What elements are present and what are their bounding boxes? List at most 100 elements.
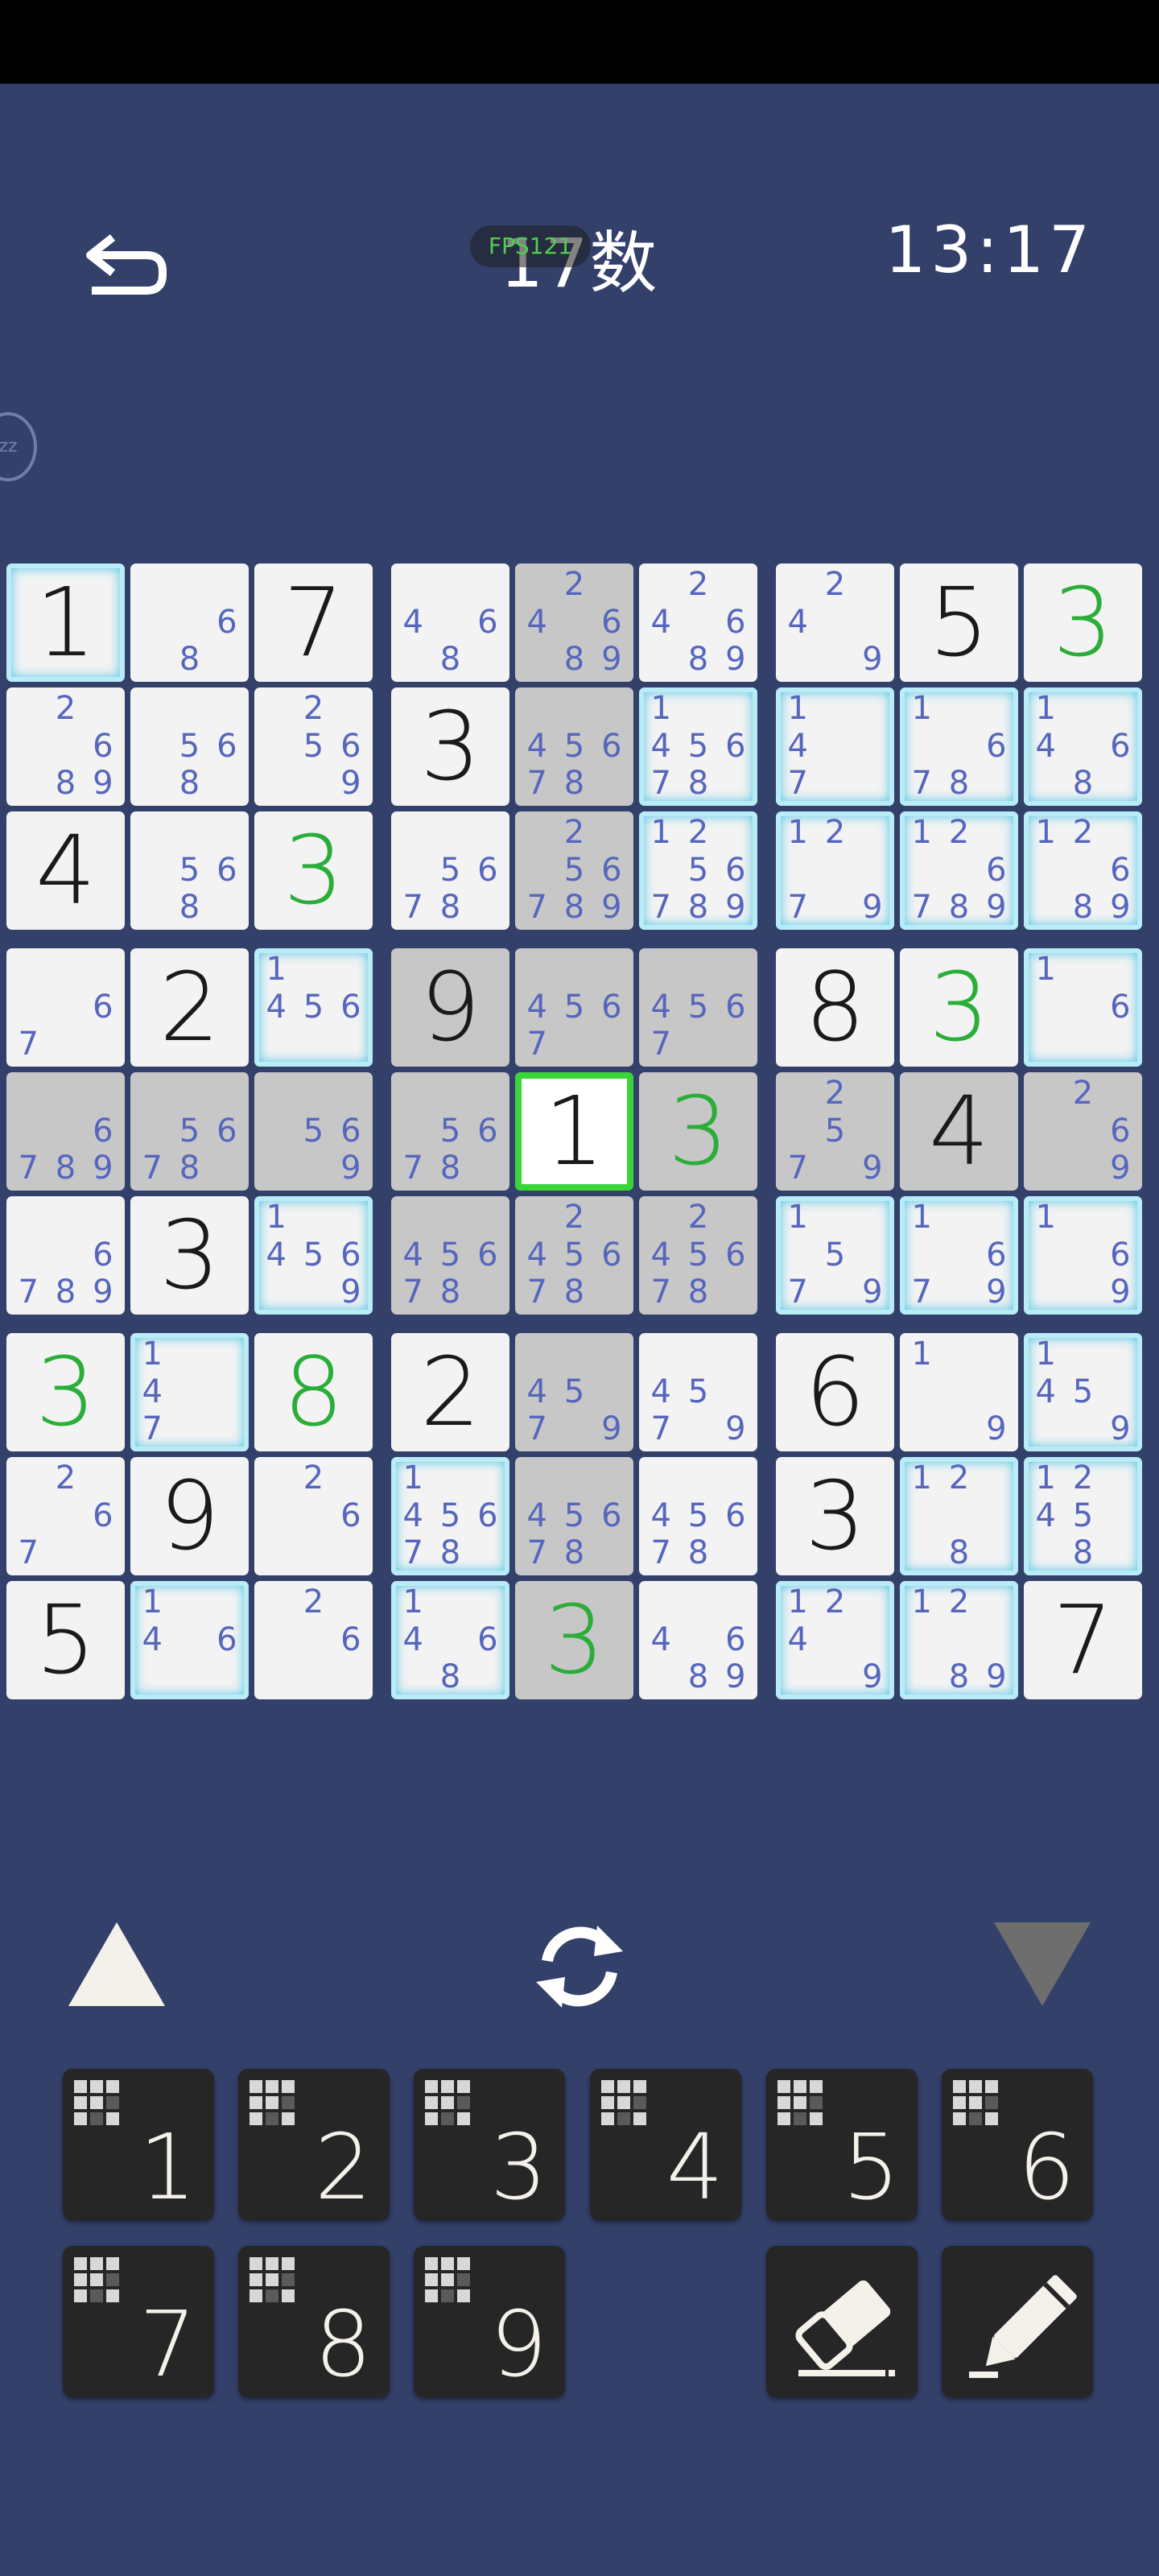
sudoku-cell[interactable]: 8 <box>254 1333 373 1451</box>
digit-key-4[interactable]: 4 <box>590 2069 741 2220</box>
digit-key-6[interactable]: 6 <box>942 2069 1093 2220</box>
sudoku-cell[interactable]: 256 789 <box>515 811 633 930</box>
sudoku-cell[interactable]: 3 <box>776 1457 894 1575</box>
sudoku-cell[interactable]: 1 <box>515 1072 633 1191</box>
sudoku-cell[interactable]: 1459 <box>1024 1333 1142 1451</box>
sudoku-cell[interactable]: 16 <box>1024 948 1142 1067</box>
sudoku-cell[interactable]: 6 789 <box>6 1072 125 1191</box>
sudoku-cell[interactable]: 9 <box>391 948 509 1067</box>
sudoku-cell[interactable]: 1456 <box>254 948 373 1067</box>
sudoku-cell[interactable]: 56 78 <box>391 1072 509 1191</box>
sudoku-cell[interactable]: 456 78 <box>391 1196 509 1315</box>
note-digit <box>295 951 332 989</box>
cell-notes: 456 78 <box>394 1199 506 1311</box>
sudoku-cell[interactable]: 568 <box>130 811 249 930</box>
sudoku-cell[interactable]: 1456 78 <box>391 1457 509 1575</box>
sudoku-cell[interactable]: 2 <box>391 1333 509 1451</box>
sudoku-cell[interactable]: 1579 <box>776 1196 894 1315</box>
sudoku-cell[interactable]: 5 <box>900 564 1018 682</box>
sudoku-cell[interactable]: 457 9 <box>515 1333 633 1451</box>
sudoku-cell[interactable]: 3 <box>391 687 509 806</box>
sudoku-cell[interactable]: 12 89 <box>900 1581 1018 1699</box>
sudoku-cell[interactable]: 12 8 <box>900 1457 1018 1575</box>
sudoku-cell[interactable]: 3 <box>1024 564 1142 682</box>
sudoku-cell[interactable]: 456 7 <box>639 948 757 1067</box>
sudoku-cell[interactable]: 56 78 <box>130 1072 249 1191</box>
sudoku-cell[interactable]: 5 <box>6 1581 125 1699</box>
sudoku-cell[interactable]: 67 <box>6 948 125 1067</box>
sudoku-cell[interactable]: 14 68 <box>1024 687 1142 806</box>
sudoku-cell[interactable]: 68 <box>130 564 249 682</box>
sudoku-cell[interactable]: 26 <box>254 1457 373 1575</box>
sudoku-cell[interactable]: 3 <box>639 1072 757 1191</box>
sudoku-cell[interactable]: 24 9 <box>776 564 894 682</box>
sudoku-cell[interactable]: 3 <box>254 811 373 930</box>
sudoku-cell[interactable]: 1679 <box>900 1196 1018 1315</box>
sudoku-cell[interactable]: 56 78 <box>391 811 509 930</box>
sudoku-cell[interactable]: 456 78 <box>515 1457 633 1575</box>
sudoku-cell[interactable]: 2456 78 <box>515 1196 633 1315</box>
sudoku-cell[interactable]: 457 9 <box>639 1333 757 1451</box>
digit-key-9[interactable]: 9 <box>414 2246 565 2397</box>
digit-key-7[interactable]: 7 <box>63 2246 214 2397</box>
sudoku-cell[interactable]: 7 <box>254 564 373 682</box>
sudoku-cell[interactable]: 14569 <box>254 1196 373 1315</box>
sudoku-cell[interactable]: 4 689 <box>639 1581 757 1699</box>
digit-key-1[interactable]: 1 <box>63 2069 214 2220</box>
sudoku-cell[interactable]: 569 <box>254 1072 373 1191</box>
sudoku-cell[interactable]: 456 78 <box>515 687 633 806</box>
digit-key-3[interactable]: 3 <box>414 2069 565 2220</box>
sudoku-cell[interactable]: 147 <box>130 1333 249 1451</box>
previous-button[interactable] <box>64 1916 169 2013</box>
refresh-button[interactable] <box>523 1914 636 2019</box>
sudoku-cell[interactable]: 1256 789 <box>639 811 757 930</box>
sudoku-cell[interactable]: 2456 78 <box>639 1196 757 1315</box>
sudoku-cell[interactable]: 14 6 <box>130 1581 249 1699</box>
digit-key-2[interactable]: 2 <box>238 2069 390 2220</box>
sudoku-cell[interactable]: 3 <box>130 1196 249 1315</box>
pencil-button[interactable] <box>942 2246 1093 2397</box>
sudoku-cell[interactable]: 3 <box>515 1581 633 1699</box>
sudoku-cell[interactable]: 6 789 <box>6 1196 125 1315</box>
sudoku-cell[interactable]: 257 9 <box>776 1072 894 1191</box>
sleep-badge[interactable]: zz <box>0 412 37 481</box>
sudoku-cell[interactable]: 568 <box>130 687 249 806</box>
note-digit: 5 <box>563 851 585 889</box>
sudoku-cell[interactable]: 12458 <box>1024 1457 1142 1575</box>
sudoku-cell[interactable]: 1 69 <box>1024 1196 1142 1315</box>
eraser-button[interactable] <box>766 2246 918 2397</box>
sudoku-cell[interactable]: 1456 78 <box>639 687 757 806</box>
sudoku-cell[interactable]: 4 <box>900 1072 1018 1191</box>
sudoku-cell[interactable]: 19 <box>900 1333 1018 1451</box>
sudoku-cell[interactable]: 14 68 <box>391 1581 509 1699</box>
sudoku-cell[interactable]: 7 <box>1024 1581 1142 1699</box>
sudoku-cell[interactable]: 9 <box>130 1457 249 1575</box>
sudoku-cell[interactable]: 147 <box>776 687 894 806</box>
next-button[interactable] <box>990 1916 1095 2013</box>
sudoku-cell[interactable]: 4 68 <box>391 564 509 682</box>
digit-key-5[interactable]: 5 <box>766 2069 918 2220</box>
sudoku-cell[interactable]: 3 <box>900 948 1018 1067</box>
sudoku-cell[interactable]: 4 <box>6 811 125 930</box>
sudoku-cell[interactable]: 24 689 <box>639 564 757 682</box>
sudoku-cell[interactable]: 26 <box>254 1581 373 1699</box>
sudoku-cell[interactable]: 2 <box>130 948 249 1067</box>
sudoku-cell[interactable]: 26 7 <box>6 1457 125 1575</box>
sudoku-cell[interactable]: 12 7 9 <box>776 811 894 930</box>
sudoku-cell[interactable]: 456 7 <box>515 948 633 1067</box>
sudoku-cell[interactable]: 3 <box>6 1333 125 1451</box>
sudoku-cell[interactable]: 8 <box>776 948 894 1067</box>
sudoku-cell[interactable]: 1 <box>6 564 125 682</box>
sudoku-cell[interactable]: 269 <box>1024 1072 1142 1191</box>
sudoku-cell[interactable]: 24 689 <box>515 564 633 682</box>
sudoku-cell[interactable]: 12689 <box>1024 811 1142 930</box>
sudoku-cell[interactable]: 1678 <box>900 687 1018 806</box>
sudoku-cell[interactable]: 456 78 <box>639 1457 757 1575</box>
sudoku-cell[interactable]: 126 789 <box>900 811 1018 930</box>
sudoku-cell[interactable]: 2689 <box>6 687 125 806</box>
sudoku-cell[interactable]: 6 <box>776 1333 894 1451</box>
note-digit: 5 <box>439 1496 461 1534</box>
sudoku-cell[interactable]: 124 9 <box>776 1581 894 1699</box>
sudoku-cell[interactable]: 2569 <box>254 687 373 806</box>
digit-key-8[interactable]: 8 <box>238 2246 390 2397</box>
